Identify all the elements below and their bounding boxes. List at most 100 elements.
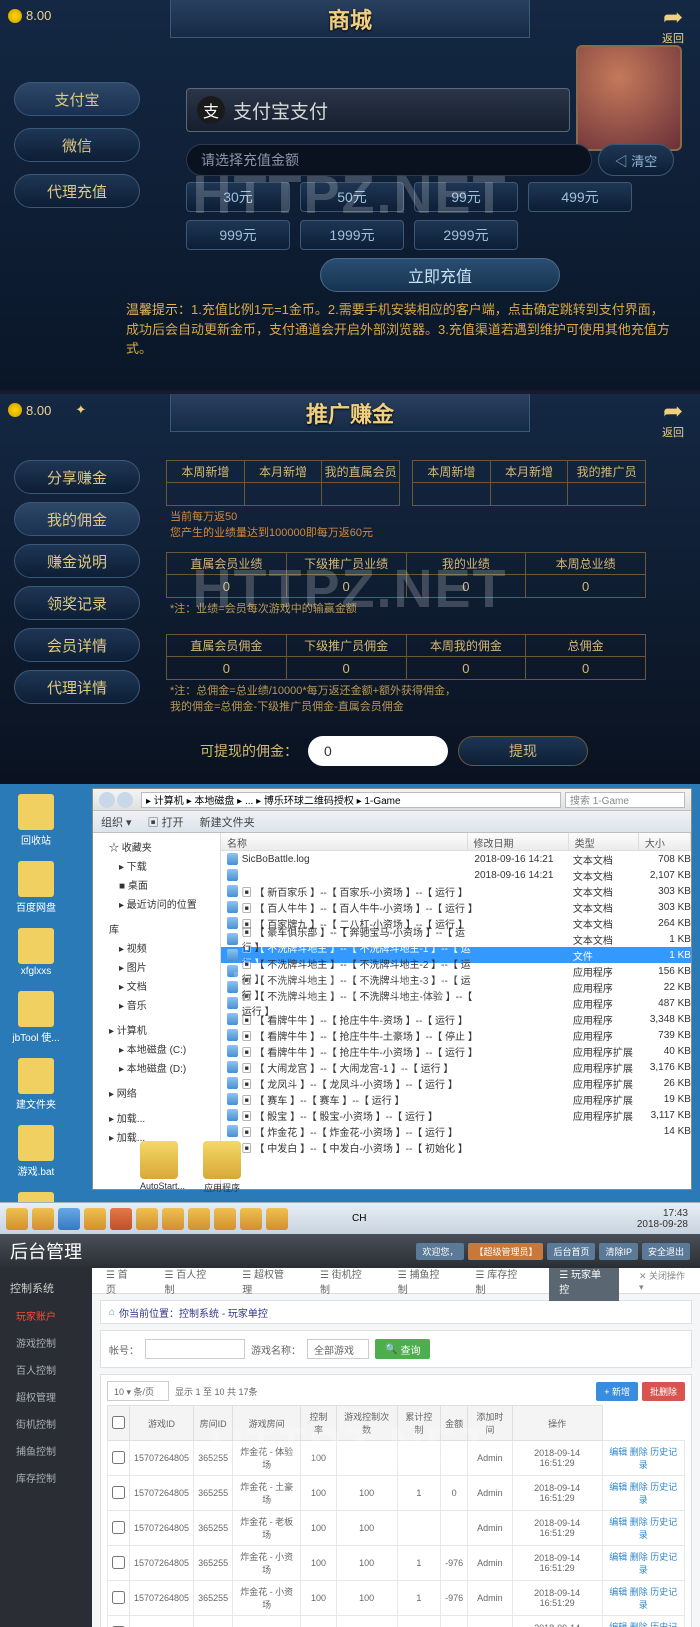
row-checkbox[interactable] <box>112 1556 125 1569</box>
tree-group[interactable]: ▸ 计算机 <box>97 1020 216 1039</box>
app-icon[interactable]: AutoStart... <box>140 1141 185 1194</box>
admin-tab[interactable]: ☰ 首页 <box>102 1268 141 1301</box>
row-checkbox[interactable] <box>112 1521 125 1534</box>
delete-button[interactable]: 批删除 <box>642 1382 685 1401</box>
col-header[interactable]: 金额 <box>441 1406 468 1441</box>
search-input[interactable]: 搜索 1-Game <box>565 792 685 808</box>
col-header[interactable]: 房间ID <box>194 1406 233 1441</box>
col-header[interactable]: 添加时间 <box>468 1406 512 1441</box>
tab-prize[interactable]: 领奖记录 <box>14 586 140 620</box>
back-button[interactable]: ➦返回 <box>662 400 684 440</box>
badge-home[interactable]: 后台首页 <box>547 1243 595 1260</box>
col-header[interactable]: 累计控制 <box>397 1406 441 1441</box>
col-header[interactable]: 游戏控制次数 <box>336 1406 397 1441</box>
app-icon[interactable]: 应用程序 <box>203 1141 241 1194</box>
page-size-select[interactable]: 10 ▾ 条/页 <box>107 1381 169 1401</box>
tree-item[interactable]: ▸ 下载 <box>97 856 216 875</box>
tab-agent[interactable]: 代理详情 <box>14 670 140 704</box>
row-actions[interactable]: 编辑 删除 历史记录 <box>602 1511 684 1546</box>
admin-tab[interactable]: ☰ 玩家单控 <box>549 1268 619 1301</box>
open-button[interactable]: ▣ 打开 <box>148 814 184 830</box>
taskbar-item[interactable] <box>214 1208 236 1230</box>
file-row[interactable]: ▣ 【 中发白 】--【 中发白-小资场 】--【 初始化 】 <box>221 1139 691 1155</box>
taskbar-item[interactable] <box>6 1208 28 1230</box>
col-header[interactable]: 游戏房间 <box>233 1406 301 1441</box>
sidebar-item[interactable]: 街机控制 <box>0 1410 92 1437</box>
row-checkbox[interactable] <box>112 1451 125 1464</box>
amount-50[interactable]: 50元 <box>300 182 404 212</box>
admin-tab[interactable]: ☰ 库存控制 <box>472 1268 530 1301</box>
file-list[interactable]: 名称 修改日期 类型 大小 SicBoBattle.log2018-09-16 … <box>221 833 691 1189</box>
desktop-icon[interactable]: 回收站 <box>10 794 62 847</box>
select-all-checkbox[interactable] <box>112 1416 125 1429</box>
tab-alipay[interactable]: 支付宝 <box>14 82 140 116</box>
folder-tree[interactable]: ☆ 收藏夹▸ 下载■ 桌面▸ 最近访问的位置库▸ 视频▸ 图片▸ 文档▸ 音乐▸… <box>93 833 221 1189</box>
file-row[interactable]: ▣ 【 骰宝 】--【 骰宝-小资场 】--【 运行 】应用程序扩展3,117 … <box>221 1107 691 1123</box>
lang-indicator[interactable]: CH <box>352 1213 366 1224</box>
tab-wechat[interactable]: 微信 <box>14 128 140 162</box>
address-path[interactable]: ▸ 计算机 ▸ 本地磁盘 ▸ ... ▸ 博乐环球二维码授权 ▸ 1-Game <box>141 792 561 808</box>
row-actions[interactable]: 编辑 删除 历史记录 <box>602 1616 684 1627</box>
admin-tab[interactable]: ☰ 百人控制 <box>161 1268 219 1301</box>
taskbar-item[interactable] <box>84 1208 106 1230</box>
sidebar-item[interactable]: 超权管理 <box>0 1383 92 1410</box>
file-row[interactable]: ▣ 【 新百家乐 】--【 百家乐-小资场 】--【 运行 】文本文档303 K… <box>221 883 691 899</box>
taskbar-item[interactable] <box>266 1208 288 1230</box>
badge-logout[interactable]: 安全退出 <box>642 1243 690 1260</box>
taskbar-item[interactable] <box>58 1208 80 1230</box>
tab-agent[interactable]: 代理充值 <box>14 174 140 208</box>
tree-item[interactable]: ▸ 视频 <box>97 938 216 957</box>
row-actions[interactable]: 编辑 删除 历史记录 <box>602 1476 684 1511</box>
clear-button[interactable]: ◁ 清空 <box>598 144 674 176</box>
tray-clock[interactable]: 17:432018-09-28 <box>637 1208 694 1230</box>
tree-item[interactable]: ▸ 图片 <box>97 957 216 976</box>
admin-tab[interactable]: ☰ 捕鱼控制 <box>394 1268 452 1301</box>
col-header[interactable]: 游戏ID <box>130 1406 194 1441</box>
table-row[interactable]: 15707264805365255炸金花 - 土豪场10010010Admin2… <box>108 1476 685 1511</box>
file-row[interactable]: ▣ 【 大闹龙宫 】--【 大闹龙宫-1 】--【 运行 】应用程序扩展3,17… <box>221 1059 691 1075</box>
tree-item[interactable]: ▸ 本地磁盘 (D:) <box>97 1058 216 1077</box>
table-row[interactable]: 15707264805365255炸金花 - 体验场100Admin2018-0… <box>108 1441 685 1476</box>
desktop-icon[interactable]: jbTool 使... <box>10 991 62 1044</box>
withdraw-input[interactable]: 0 <box>308 736 448 766</box>
row-actions[interactable]: 编辑 删除 历史记录 <box>602 1546 684 1581</box>
tab-share[interactable]: 分享赚金 <box>14 460 140 494</box>
file-row[interactable]: ▣ 【 看牌牛牛 】--【 抢庄牛牛-资场 】--【 运行 】应用程序3,348… <box>221 1011 691 1027</box>
table-row[interactable]: 15707264805365255炸金花 - 老板场100100Admin201… <box>108 1511 685 1546</box>
sidebar-item[interactable]: 捕鱼控制 <box>0 1437 92 1464</box>
sidebar-item[interactable]: 库存控制 <box>0 1464 92 1491</box>
admin-tab[interactable]: ☰ 超权管理 <box>238 1268 296 1301</box>
amount-999[interactable]: 999元 <box>186 220 290 250</box>
taskbar-item[interactable] <box>32 1208 54 1230</box>
amount-1999[interactable]: 1999元 <box>300 220 404 250</box>
list-header[interactable]: 名称 修改日期 类型 大小 <box>221 833 691 851</box>
tree-group[interactable]: ☆ 收藏夹 <box>97 837 216 856</box>
tree-extra[interactable]: ▸ 加载... <box>97 1108 216 1127</box>
file-row[interactable]: ▣ 【 看牌牛牛 】--【 抢庄牛牛-小资场 】--【 运行 】应用程序扩展40… <box>221 1043 691 1059</box>
file-row[interactable]: ▣ 【 不洗牌斗地主 】--【 不洗牌斗地主-体验 】--【 运行 】应用程序4… <box>221 995 691 1011</box>
tree-item[interactable]: ■ 桌面 <box>97 875 216 894</box>
add-button[interactable]: + 新增 <box>596 1382 638 1401</box>
desktop-icon[interactable]: 游戏.bat <box>10 1125 62 1178</box>
account-input[interactable] <box>145 1339 245 1359</box>
col-header[interactable]: 控制率 <box>301 1406 336 1441</box>
fwd-nav-icon[interactable] <box>117 792 133 808</box>
desktop-icon[interactable]: 建文件夹 <box>10 1058 62 1111</box>
row-checkbox[interactable] <box>112 1591 125 1604</box>
tab-commission[interactable]: 我的佣金 <box>14 502 140 536</box>
desktop-icon[interactable]: xfglxxs <box>10 928 62 977</box>
row-actions[interactable]: 编辑 删除 历史记录 <box>602 1441 684 1476</box>
file-row[interactable]: 2018-09-16 14:21文本文档2,107 KB <box>221 867 691 883</box>
organize-menu[interactable]: 组织 ▾ <box>101 814 132 830</box>
desktop-icon[interactable]: 百度网盘 <box>10 861 62 914</box>
table-row[interactable]: 15707264805365255炸金花 - 小资场1001001-976Adm… <box>108 1581 685 1616</box>
nav-buttons[interactable] <box>99 792 137 808</box>
admin-tab[interactable]: ☰ 街机控制 <box>316 1268 374 1301</box>
close-ops[interactable]: ✕ 关闭操作 ▾ <box>639 1269 690 1293</box>
plus-icon[interactable]: ✦ <box>75 402 86 418</box>
amount-499[interactable]: 499元 <box>528 182 632 212</box>
sidebar-item[interactable]: 玩家账户 <box>0 1302 92 1329</box>
tree-item[interactable]: ▸ 最近访问的位置 <box>97 894 216 913</box>
taskbar-item[interactable] <box>136 1208 158 1230</box>
file-row[interactable]: ▣ 【 炸金花 】--【 炸金花-小资场 】--【 运行 】14 KB <box>221 1123 691 1139</box>
